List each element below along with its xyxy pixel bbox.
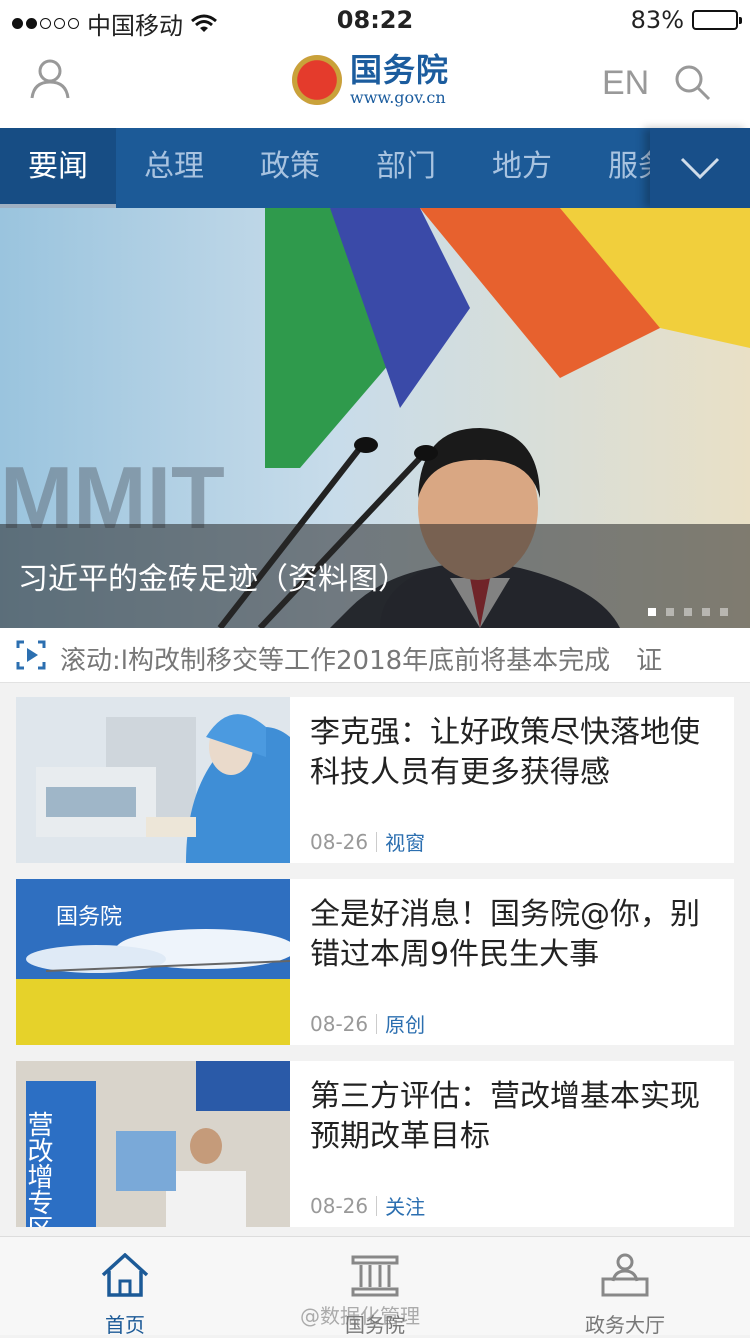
battery-percent: 83% xyxy=(630,6,684,34)
expand-categories-button[interactable] xyxy=(650,128,750,208)
status-right: 83% xyxy=(630,6,742,34)
news-date: 08-26 xyxy=(310,1193,369,1218)
news-tag: 视窗 xyxy=(385,831,426,855)
carousel-dot[interactable] xyxy=(684,608,692,616)
news-meta: 08-26 原创 xyxy=(310,1009,425,1038)
chevron-down-icon xyxy=(680,157,720,179)
ticker-text: 滚动:l构改制移交等工作2018年底前将基本完成 证 xyxy=(60,646,663,676)
app-header: 国务院 www.gov.cn EN xyxy=(0,40,750,129)
ticker-play-icon xyxy=(16,640,46,670)
hero-carousel[interactable]: MMIT 习近平的金砖足迹（资料图） xyxy=(0,208,750,628)
site-url: www.gov.cn xyxy=(350,88,446,107)
carousel-dot[interactable] xyxy=(648,608,656,616)
meta-divider xyxy=(376,1195,378,1216)
building-icon xyxy=(351,1255,399,1297)
carousel-indicators xyxy=(648,608,728,616)
category-tabs: 要闻总理政策部门地方服务 xyxy=(0,128,650,208)
news-date: 08-26 xyxy=(310,829,369,854)
news-thumbnail xyxy=(16,697,290,863)
news-title: 李克强：让好政策尽快落地使科技人员有更多获得感 xyxy=(310,715,700,790)
tab-category[interactable]: 要闻 xyxy=(0,128,116,208)
user-icon[interactable] xyxy=(30,58,70,100)
tab-home[interactable]: 首页 xyxy=(0,1237,250,1337)
carousel-dot[interactable] xyxy=(666,608,674,616)
national-emblem-icon xyxy=(292,55,342,105)
tab-category[interactable]: 地方 xyxy=(464,128,580,208)
status-bar: 中国移动 08:22 83% xyxy=(0,0,750,40)
carousel-dot[interactable] xyxy=(702,608,710,616)
tab-category[interactable]: 部门 xyxy=(348,128,464,208)
meta-divider xyxy=(376,831,378,852)
tab-service-hall[interactable]: 政务大厅 xyxy=(500,1237,750,1337)
news-thumbnail: 营改增专区 xyxy=(16,1061,290,1227)
news-title: 第三方评估：营改增基本实现预期改革目标 xyxy=(310,1079,700,1154)
news-ticker[interactable]: 滚动:l构改制移交等工作2018年底前将基本完成 证 xyxy=(0,628,750,683)
site-name: 国务院 xyxy=(350,51,450,89)
english-toggle-button[interactable]: EN xyxy=(602,64,649,103)
carousel-dot[interactable] xyxy=(720,608,728,616)
thumb-caption: 国务院 xyxy=(56,905,122,930)
service-hall-icon xyxy=(601,1253,649,1297)
home-icon xyxy=(101,1253,149,1297)
thumb-caption: 营改增专区 xyxy=(23,1111,53,1227)
tab-category[interactable]: 政策 xyxy=(232,128,348,208)
hero-caption: 习近平的金砖足迹（资料图） xyxy=(18,562,408,597)
hero-caption-bar: 习近平的金砖足迹（资料图） xyxy=(0,524,750,628)
site-logo: 国务院 www.gov.cn xyxy=(292,54,449,106)
news-item[interactable]: 营改增专区 第三方评估：营改增基本实现预期改革目标 08-26 关注 xyxy=(16,1061,734,1227)
meta-divider xyxy=(376,1013,378,1034)
news-tag: 关注 xyxy=(385,1195,426,1219)
category-nav: 要闻总理政策部门地方服务 xyxy=(0,128,750,208)
battery-icon xyxy=(692,10,742,30)
tab-category[interactable]: 服务 xyxy=(580,128,650,208)
news-item[interactable]: 国务院 全是好消息！国务院@你，别错过本周9件民生大事 08-26 原创 xyxy=(16,879,734,1045)
search-icon[interactable] xyxy=(674,64,712,102)
news-thumbnail: 国务院 xyxy=(16,879,290,1045)
news-tag: 原创 xyxy=(385,1013,426,1037)
watermark: @数据化管理 xyxy=(300,1304,420,1328)
news-title: 全是好消息！国务院@你，别错过本周9件民生大事 xyxy=(310,897,700,972)
tab-category[interactable]: 总理 xyxy=(116,128,232,208)
news-meta: 08-26 视窗 xyxy=(310,827,425,856)
news-meta: 08-26 关注 xyxy=(310,1191,425,1220)
news-item[interactable]: 李克强：让好政策尽快落地使科技人员有更多获得感 08-26 视窗 xyxy=(16,697,734,863)
news-date: 08-26 xyxy=(310,1011,369,1036)
